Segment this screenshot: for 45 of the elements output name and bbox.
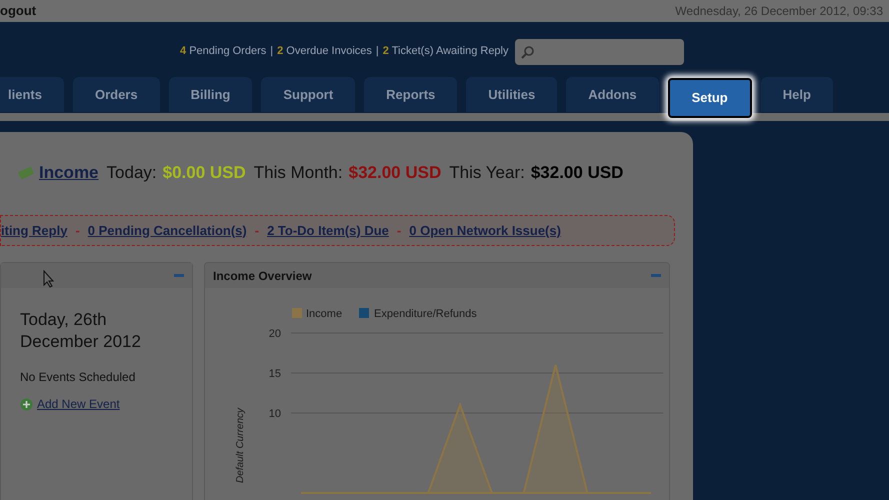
add-event-link[interactable]: Add New Event [37, 395, 120, 413]
income-label: This Year: [449, 162, 525, 184]
status-link[interactable]: 2 To-Do Item(s) Due [267, 220, 389, 240]
calendar-date: Today, 26th December 2012 [20, 309, 142, 353]
separator: - [254, 222, 260, 240]
alert-link[interactable]: 2 Overdue Invoices [277, 43, 372, 60]
nav-tab[interactable]: Addons [566, 77, 659, 112]
nav-tab[interactable]: Support [261, 77, 356, 112]
add-icon [20, 398, 33, 410]
nav-tab[interactable]: Reports [364, 77, 458, 112]
legend-label: Income [306, 308, 342, 320]
collapse-icon[interactable] [174, 274, 184, 277]
date-time: Wednesday, 26 December 2012, 09:33 [675, 3, 883, 20]
status-link[interactable]: 0 Pending Cancellation(s) [88, 220, 247, 240]
search-icon [521, 44, 535, 58]
income-label: Today: [106, 162, 157, 184]
nav-tab[interactable]: lients [0, 77, 64, 112]
nav-tab[interactable]: Orders [72, 77, 160, 112]
collapse-icon[interactable] [651, 274, 661, 277]
separator: | [376, 44, 379, 60]
income-link[interactable]: Income [39, 160, 99, 186]
widget-title: Income Overview [213, 268, 312, 284]
separator: - [75, 222, 80, 240]
income-value: $32.00 USD [348, 162, 442, 184]
separator: | [270, 44, 274, 60]
income-value: $0.00 USD [162, 162, 246, 184]
nav-tab[interactable]: Setup [668, 78, 752, 118]
nav-tab[interactable]: Billing [168, 77, 252, 112]
status-link[interactable]: iting Reply [1, 220, 68, 240]
separator: - [396, 222, 402, 240]
income-value: $32.00 USD [530, 162, 624, 184]
nav-tab[interactable]: Help [760, 77, 833, 112]
income-label: This Month: [254, 162, 343, 184]
search-field[interactable] [515, 38, 684, 64]
y-tick-label: 15 [268, 368, 281, 380]
alert-link[interactable]: 2 Ticket(s) Awaiting Reply [382, 43, 508, 60]
y-axis-label: Default Currency [235, 408, 246, 483]
events-message: No Events Scheduled [20, 369, 136, 386]
legend-label: Expenditure/Refunds [374, 308, 477, 320]
nav-tab[interactable]: Utilities [466, 77, 558, 112]
status-link[interactable]: 0 Open Network Issue(s) [409, 220, 561, 240]
y-tick-label: 20 [268, 328, 281, 340]
logout-link[interactable]: ogout [0, 1, 36, 21]
alert-link[interactable]: 4 Pending Orders [180, 43, 266, 60]
y-tick-label: 10 [268, 408, 281, 420]
